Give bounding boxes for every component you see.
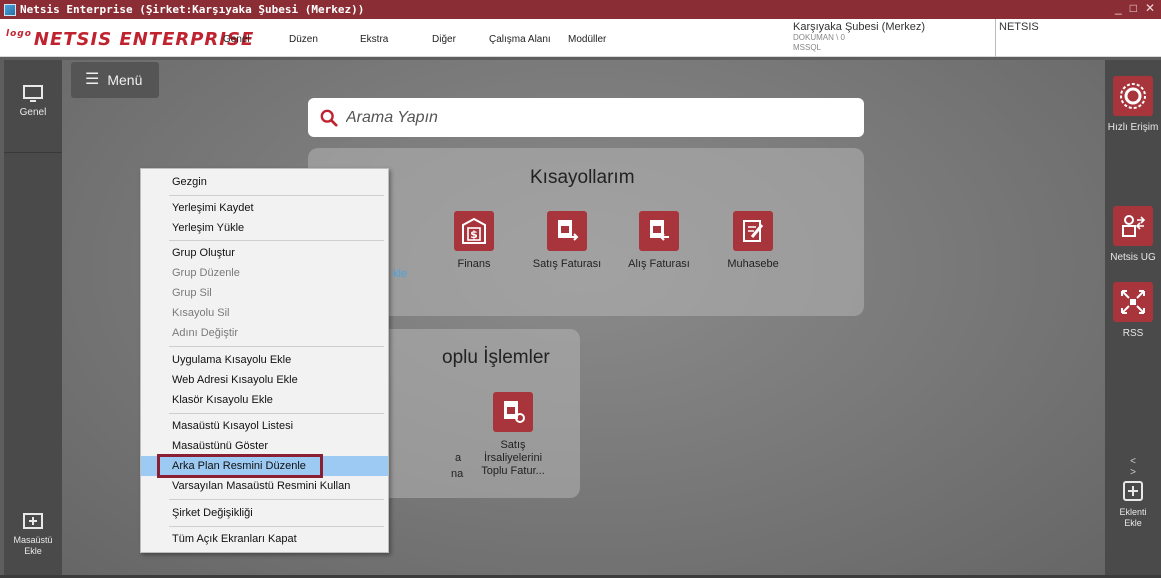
maximize-button[interactable]: □ xyxy=(1130,1,1137,15)
company-info: Karşıyaka Şubesi (Merkez) DOKUMAN \ 0 MS… xyxy=(793,22,925,53)
user-label: NETSIS xyxy=(999,21,1039,33)
ctx-grup-sil: Grup Sil xyxy=(172,287,212,299)
invoice-out-icon xyxy=(547,211,587,251)
genel-desktop-button[interactable]: Genel xyxy=(4,84,62,118)
netsis-ug-button[interactable]: Netsis UG xyxy=(1105,206,1161,263)
add-desktop-button[interactable]: Masaüstü Ekle xyxy=(4,512,62,557)
shortcut-alis-faturasi[interactable]: Alış Faturası xyxy=(614,211,704,271)
ctx-yerlesim-yukle[interactable]: Yerleşim Yükle xyxy=(141,218,388,238)
ctx-separator xyxy=(169,240,384,241)
netsis-logo: logo NETSIS ENTERPRISE xyxy=(6,29,255,50)
netsis-ug-label: Netsis UG xyxy=(1110,252,1156,263)
ctx-tum-acik-ekranlari-kapat[interactable]: Tüm Açık Ekranları Kapat xyxy=(141,529,388,549)
ctx-masaustu-kisayol-listesi[interactable]: Masaüstü Kısayol Listesi xyxy=(141,416,388,436)
partial-shortcut-label: kle xyxy=(393,268,408,280)
ctx-separator xyxy=(169,499,384,500)
ctx-gezgin[interactable]: Gezgin xyxy=(141,172,388,192)
ctx-separator xyxy=(169,526,384,527)
hizli-erisim-button[interactable]: Hızlı Erişim xyxy=(1105,76,1161,133)
rss-button[interactable]: RSS xyxy=(1105,282,1161,339)
menu-button-label: Menü xyxy=(107,72,143,88)
shortcut-label-line: İrsaliyelerini xyxy=(483,452,543,464)
ctx-grup-duzenle: Grup Düzenle xyxy=(172,267,240,279)
menu-diger[interactable]: Diğer xyxy=(432,34,456,45)
ctx-separator xyxy=(169,346,384,347)
add-desktop-label: Masaüstü Ekle xyxy=(13,535,53,556)
menu-ekstra[interactable]: Ekstra xyxy=(360,34,388,45)
ctx-masaustunu-goster[interactable]: Masaüstünü Göster xyxy=(141,436,388,456)
right-panel: Hızlı Erişim Netsis UG RSS < > Eklenti E… xyxy=(1105,60,1161,575)
shortcut-satis-irsaliye-toplu[interactable]: Satış İrsaliyelerini Toplu Fatur... xyxy=(468,392,558,478)
ctx-uygulama-kisayolu-ekle[interactable]: Uygulama Kısayolu Ekle xyxy=(141,350,388,370)
bulk-operations-title: oplu İşlemler xyxy=(442,347,550,368)
shortcut-muhasebe[interactable]: Muhasebe xyxy=(708,211,798,271)
company-name: Karşıyaka Şubesi (Merkez) xyxy=(793,21,926,33)
partial-item-label: a xyxy=(455,452,462,464)
desktop-context-menu: Gezgin Yerleşimi Kaydet Yerleşim Yükle G… xyxy=(140,168,389,553)
search-box[interactable] xyxy=(308,98,864,137)
window-title: Netsis Enterprise (Şirket:Karşıyaka Şube… xyxy=(20,3,365,16)
dollar-icon: $ xyxy=(454,211,494,251)
app-icon xyxy=(4,3,16,16)
hamburger-icon: ☰ xyxy=(85,71,100,88)
eklenti-ekle-label: Eklenti Ekle xyxy=(1119,507,1147,528)
shortcut-label: Finans xyxy=(457,258,491,270)
shortcuts-panel: Kısayollarım kle $ Finans Satış Faturası… xyxy=(308,148,864,316)
user-group-icon xyxy=(1113,206,1153,246)
ctx-web-adresi-kisayolu-ekle[interactable]: Web Adresi Kısayolu Ekle xyxy=(141,370,388,390)
highlight-annotation xyxy=(157,454,323,478)
rss-icon xyxy=(1113,282,1153,322)
ctx-separator xyxy=(169,413,384,414)
title-bar: Netsis Enterprise (Şirket:Karşıyaka Şube… xyxy=(0,0,1161,19)
hizli-erisim-label: Hızlı Erişim xyxy=(1107,122,1159,133)
database-info: MSSQL xyxy=(793,43,822,52)
ctx-separator xyxy=(169,195,384,196)
menu-calisma-alani[interactable]: Çalışma Alanı xyxy=(489,34,551,45)
left-panel: Genel Masaüstü Ekle xyxy=(4,60,62,575)
right-panel-nav[interactable]: < > xyxy=(1105,456,1161,478)
rss-label: RSS xyxy=(1122,328,1144,339)
window-controls: _ □ ✕ xyxy=(1115,1,1155,15)
document-info: DOKUMAN \ 0 xyxy=(793,33,846,42)
shortcut-label: Satış Faturası xyxy=(532,258,602,270)
shortcut-label: Alış Faturası xyxy=(628,258,690,270)
menu-duzen[interactable]: Düzen xyxy=(289,34,318,45)
bulk-invoice-icon xyxy=(493,392,533,432)
search-input[interactable] xyxy=(346,108,826,127)
shortcut-label: Muhasebe xyxy=(727,258,779,270)
menu-button[interactable]: ☰ Menü xyxy=(71,62,159,98)
shortcut-satis-faturasi[interactable]: Satış Faturası xyxy=(522,211,612,271)
svg-text:$: $ xyxy=(470,228,478,241)
menu-bar: logo NETSIS ENTERPRISE Genel Düzen Ekstra… xyxy=(0,19,1161,57)
search-icon xyxy=(320,109,338,127)
left-panel-divider xyxy=(4,152,62,153)
shortcut-label-line: Toplu Fatur... xyxy=(481,465,545,477)
ctx-adini-degistir: Adını Değiştir xyxy=(172,327,239,339)
minimize-button[interactable]: _ xyxy=(1115,1,1122,15)
ctx-yerlesimi-kaydet[interactable]: Yerleşimi Kaydet xyxy=(141,198,388,218)
monitor-icon xyxy=(23,85,43,102)
eklenti-ekle-button[interactable]: Eklenti Ekle xyxy=(1105,480,1161,529)
header-divider xyxy=(995,19,996,57)
shortcut-label-line: Satış xyxy=(500,439,526,451)
quick-access-icon xyxy=(1113,76,1153,116)
shortcut-finans[interactable]: $ Finans xyxy=(429,211,519,271)
invoice-in-icon xyxy=(639,211,679,251)
menu-genel[interactable]: Genel xyxy=(223,34,250,45)
add-plugin-icon xyxy=(1123,481,1143,501)
ctx-klasor-kisayolu-ekle[interactable]: Klasör Kısayolu Ekle xyxy=(141,390,388,410)
ctx-sirket-degisikligi[interactable]: Şirket Değişikliği xyxy=(141,503,388,523)
genel-label: Genel xyxy=(19,107,47,118)
shortcuts-title: Kısayollarım xyxy=(530,167,635,188)
ctx-grup-olustur[interactable]: Grup Oluştur xyxy=(141,243,388,263)
add-desktop-icon xyxy=(23,513,43,529)
accounting-icon xyxy=(733,211,773,251)
ctx-varsayilan-masaustu-resmi[interactable]: Varsayılan Masaüstü Resmini Kullan xyxy=(141,476,388,496)
menu-moduller[interactable]: Modüller xyxy=(568,34,606,45)
ctx-kisayolu-sil: Kısayolu Sil xyxy=(172,307,230,319)
close-button[interactable]: ✕ xyxy=(1145,1,1155,15)
partial-item-label: na xyxy=(451,468,464,480)
